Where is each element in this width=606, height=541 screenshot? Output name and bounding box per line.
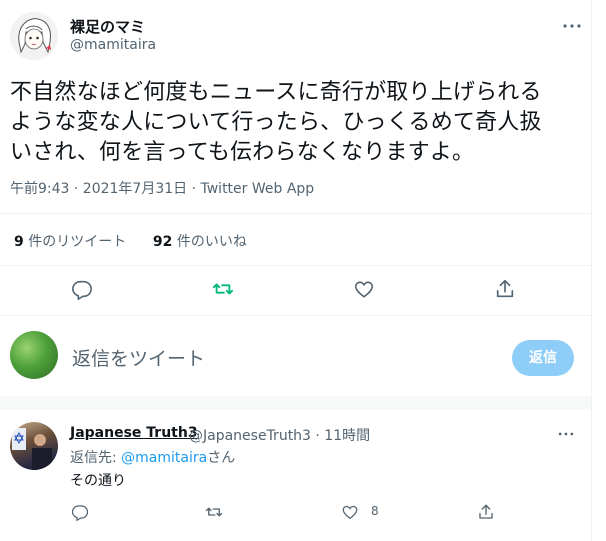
reply-text: その通り bbox=[70, 473, 126, 489]
retweets-count: 9 bbox=[14, 234, 24, 250]
reply-input[interactable]: 返信をツイート bbox=[72, 344, 205, 371]
divider bbox=[0, 315, 591, 316]
reply-icon[interactable] bbox=[71, 278, 93, 300]
share-icon[interactable] bbox=[477, 503, 495, 521]
likes-stat[interactable]: 92 件のいいね bbox=[153, 234, 247, 250]
author-avatar[interactable] bbox=[10, 12, 58, 60]
current-user-avatar[interactable] bbox=[10, 331, 58, 379]
replying-to-prefix: 返信先: bbox=[70, 450, 122, 466]
divider bbox=[0, 213, 591, 214]
flag-icon bbox=[12, 428, 52, 470]
reply-author-handle[interactable]: @JapaneseTruth3 · 11時間 bbox=[189, 425, 370, 445]
reply-button[interactable]: 返信 bbox=[512, 340, 574, 376]
tweet-line: ような変な人について行ったら、ひっくるめて奇人扱 bbox=[10, 110, 542, 135]
tweet-text: 不自然なほど何度もニュースに奇行が取り上げられる ような変な人について行ったら、… bbox=[10, 78, 585, 168]
tweet-line: 不自然なほど何度もニュースに奇行が取り上げられる bbox=[10, 80, 542, 105]
reply-icon[interactable] bbox=[71, 503, 89, 521]
likes-label: 件のいいね bbox=[176, 234, 247, 250]
replying-to: 返信先: @mamitairaさん bbox=[70, 447, 235, 467]
reply-like-count: 8 bbox=[371, 504, 379, 518]
retweets-stat[interactable]: 9 件のリツイート bbox=[14, 234, 126, 250]
engagement-stats: 9 件のリツイート 92 件のいいね bbox=[14, 231, 247, 251]
author-handle[interactable]: @mamitaira bbox=[70, 37, 156, 53]
retweet-icon[interactable] bbox=[205, 503, 223, 521]
likes-count: 92 bbox=[152, 234, 173, 250]
retweet-icon[interactable] bbox=[212, 278, 234, 300]
replying-to-link[interactable]: @mamitaira bbox=[121, 450, 207, 466]
reply-more-options-icon[interactable] bbox=[556, 424, 576, 444]
replying-to-suffix: さん bbox=[207, 450, 236, 466]
heart-icon[interactable] bbox=[341, 503, 359, 521]
divider bbox=[0, 265, 591, 266]
retweets-label: 件のリツイート bbox=[28, 234, 127, 250]
column-border bbox=[591, 0, 592, 541]
avatar-illustration bbox=[10, 12, 58, 60]
heart-icon[interactable] bbox=[353, 278, 375, 300]
share-icon[interactable] bbox=[494, 278, 516, 300]
tweet-timestamp[interactable]: 午前9:43 · 2021年7月31日 · Twitter Web App bbox=[10, 178, 314, 198]
tweet-line: いされ、何を言っても伝わらなくなりますよ。 bbox=[10, 140, 475, 165]
reply-author-avatar[interactable] bbox=[10, 422, 58, 470]
more-options-icon[interactable] bbox=[560, 14, 584, 38]
section-separator bbox=[0, 396, 591, 410]
author-name[interactable]: 裸足のマミ bbox=[70, 16, 145, 37]
reply-author-name[interactable]: Japanese Truth3 bbox=[70, 425, 198, 441]
